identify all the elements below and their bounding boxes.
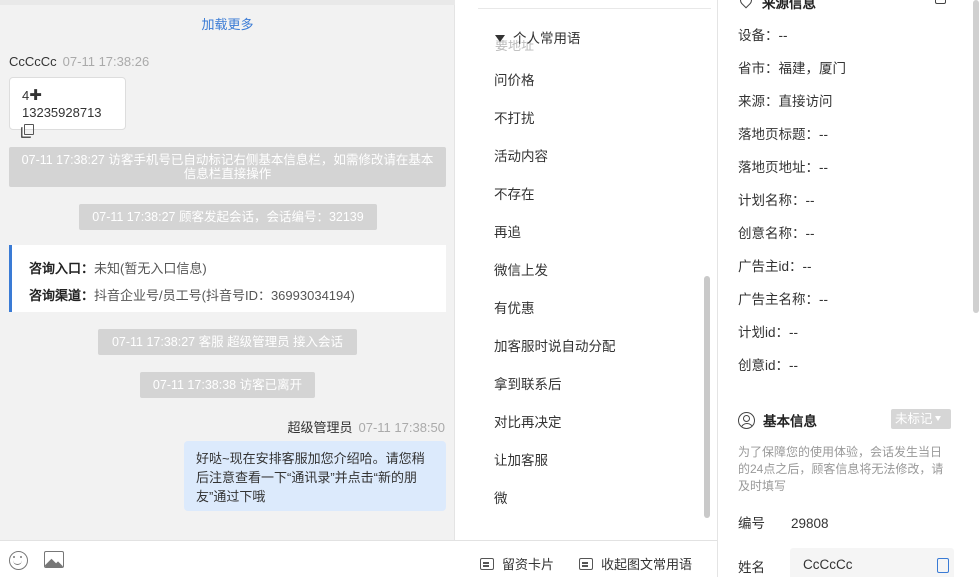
source-field: 设备：-- [738,28,788,43]
lead-card-button[interactable]: 留资卡片 [480,554,554,573]
source-field: 创意名称：-- [738,226,815,241]
source-field: 来源：直接访问 [738,94,833,109]
tag-dropdown[interactable]: 未标记 [891,409,951,429]
phrase-group-title: 个人常用语 [513,31,581,46]
phrase-item[interactable]: 活动内容 [494,148,616,186]
source-field: 省市：福建，厦门 [738,61,846,76]
phrases-panel: 要地址 个人常用语 问价格 不打扰 活动内容 不存在 再追 微信上发 有优惠 加… [478,0,717,577]
phrases-toolbar: 留资卡片 收起图文常用语 [478,540,717,577]
info-scrollbar[interactable] [973,0,979,313]
agent-header: 超级管理员 07-11 17:38:50 [145,417,445,436]
system-notice: 07-11 17:38:38 访客已离开 [140,372,315,398]
phrase-item[interactable]: 微 [494,490,616,528]
source-field: 落地页地址：-- [738,160,828,175]
phrase-item[interactable]: 对比再决定 [494,414,616,452]
phone-number: 13235928713 [22,105,102,120]
card-icon [480,558,494,570]
basic-info-title: 基本信息 [763,414,817,429]
basic-info-header: 基本信息 [738,409,817,430]
agent-message: 好哒~现在安排客服加您介绍哈。请您稍后注意查看一下“通讯录”并点击“新的朋友”通… [184,441,446,511]
phrase-item[interactable]: 不存在 [494,186,616,224]
emoji-icon[interactable] [9,551,28,570]
visitor-header: CcCcCc 07-11 17:38:26 [9,54,149,69]
chat-top-shade [0,0,455,5]
visitor-time: 07-11 17:38:26 [62,54,150,69]
customer-info-panel: 来源信息 设备：-- 省市：福建，厦门 来源：直接访问 落地页标题：-- 落地页… [718,0,979,577]
source-section-title: 来源信息 [762,0,816,11]
source-field: 计划名称：-- [738,193,815,208]
chat-toolbar [0,540,479,577]
workspace: 加载更多 CcCcCc 07-11 17:38:26 4✚ 13235928713… [0,0,979,577]
phrase-item[interactable]: 有优惠 [494,300,616,338]
phrase-item[interactable]: 加客服时说自动分配 [494,338,616,376]
visitor-name: CcCcCc [9,54,57,69]
phrases-scrollbar[interactable] [704,276,710,518]
phrase-item[interactable]: 拿到联系后 [494,376,616,414]
source-info-list: 设备：-- 省市：福建，厦门 来源：直接访问 落地页标题：-- 落地页地址：--… [738,27,846,390]
user-icon [738,412,755,429]
document-icon[interactable] [937,558,949,573]
consult-channel-label: 咨询渠道： [29,288,95,303]
chat-panel: 加载更多 CcCcCc 07-11 17:38:26 4✚ 13235928713… [0,0,455,577]
visitor-message: 4✚ 13235928713 [9,77,126,135]
name-field[interactable]: CcCcCc [790,548,954,577]
source-field: 广告主id：-- [738,259,812,274]
phrase-group-header[interactable]: 个人常用语 [495,27,581,47]
caret-down-icon [934,416,941,421]
copy-icon[interactable] [24,124,34,135]
id-value: 29808 [791,516,829,531]
source-field: 落地页标题：-- [738,127,828,142]
source-field: 广告主名称：-- [738,292,828,307]
name-label: 姓名 [738,560,765,575]
phrase-item[interactable]: 再追 [494,224,616,262]
system-notice: 07-11 17:38:27 访客手机号已自动标记右侧基本信息栏，如需修改请在基… [9,147,446,187]
phrase-list: 问价格 不打扰 活动内容 不存在 再追 微信上发 有优惠 加客服时说自动分配 拿… [494,72,616,528]
agent-name: 超级管理员 [287,420,353,435]
phrase-item[interactable]: 不打扰 [494,110,616,148]
name-row: 姓名 [738,556,791,576]
consult-entry-value: 未知(暂无入口信息) [94,261,207,276]
consult-entry-label: 咨询入口： [29,261,95,276]
image-icon[interactable] [44,551,64,568]
edit-notice: 为了保障您的使用体验，会话发生当日的24点之后，顾客信息将无法修改，请及时填写 [738,445,944,493]
consult-channel-value: 抖音企业号/员工号(抖音号ID：36993034194) [94,288,355,303]
plus-icon: ✚ [29,87,42,104]
collapse-icon [579,558,593,570]
lead-card-label: 留资卡片 [502,557,555,572]
edit-icon[interactable] [935,0,946,4]
id-row: 编号 29808 [738,512,829,532]
load-more-link[interactable]: 加载更多 [0,14,455,33]
caret-down-icon [495,35,505,42]
phrase-item[interactable]: 微信上发 [494,262,616,300]
phrase-item[interactable]: 问价格 [494,72,616,110]
agent-time: 07-11 17:38:50 [358,420,446,435]
system-notice: 07-11 17:38:27 顾客发起会话，会话编号：32139 [79,204,377,230]
collapse-phrases-button[interactable]: 收起图文常用语 [579,554,692,573]
location-icon [737,0,755,9]
source-field: 计划id：-- [738,325,798,340]
id-label: 编号 [738,516,765,531]
consult-info-card: 咨询入口：未知(暂无入口信息) 咨询渠道：抖音企业号/员工号(抖音号ID：369… [9,245,446,312]
tag-dropdown-value: 未标记 [895,412,933,426]
phrase-item[interactable]: 让加客服 [494,452,616,490]
source-field: 创意id：-- [738,358,798,373]
collapse-phrases-label: 收起图文常用语 [601,557,693,572]
system-notice: 07-11 17:38:27 客服 超级管理员 接入会话 [98,329,357,355]
phrases-divider [478,8,711,9]
